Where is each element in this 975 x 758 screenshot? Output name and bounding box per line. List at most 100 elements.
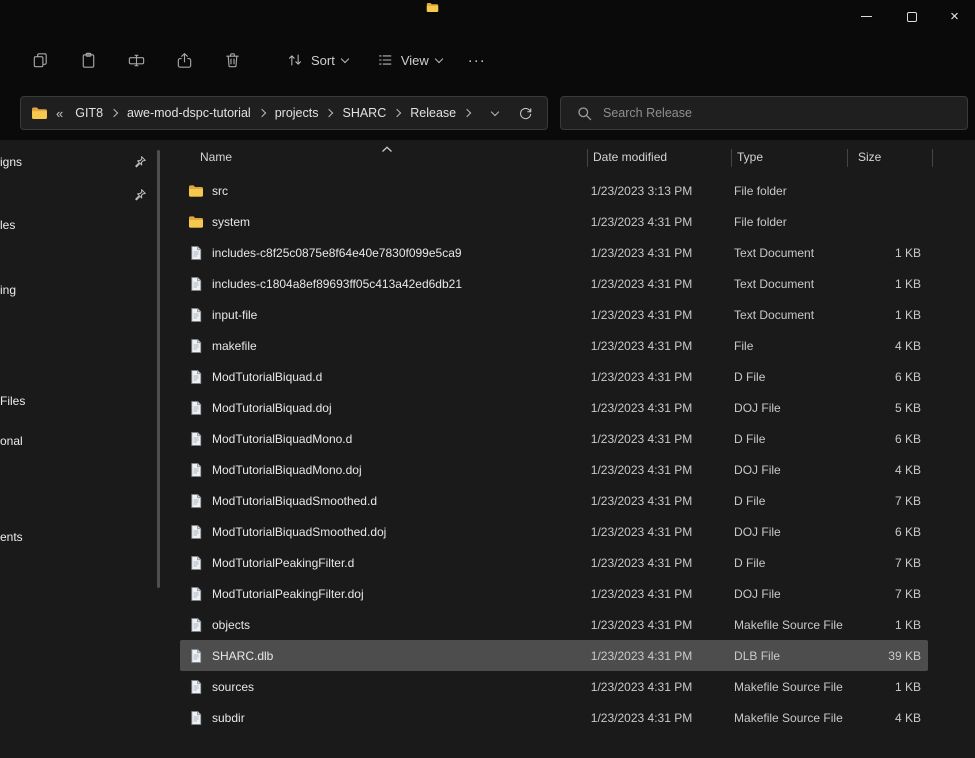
file-icon <box>188 493 204 509</box>
sidebar-item[interactable]: les <box>0 213 157 237</box>
column-divider[interactable] <box>731 149 732 167</box>
file-icon <box>188 710 204 726</box>
file-row[interactable]: ModTutorialBiquadSmoothed.doj 1/23/2023 … <box>180 516 928 547</box>
share-icon <box>175 51 194 70</box>
window-folder-icon <box>426 1 439 14</box>
rename-button[interactable] <box>120 44 152 76</box>
minimize-button[interactable] <box>844 0 889 33</box>
column-header-size[interactable]: Size <box>858 150 881 164</box>
column-divider[interactable] <box>587 149 588 167</box>
sidebar-item[interactable]: onal <box>0 429 157 453</box>
copy-button[interactable] <box>24 44 56 76</box>
file-row[interactable]: ModTutorialBiquadSmoothed.d 1/23/2023 4:… <box>180 485 928 516</box>
refresh-button[interactable] <box>518 106 533 121</box>
breadcrumb-item[interactable]: SHARC <box>336 103 392 123</box>
sidebar: igns les ing Files onal ents <box>0 140 157 758</box>
address-bar[interactable]: « GIT8 awe-mod-dspc-tutorial projects SHARC… <box>20 96 548 130</box>
column-header-date-modified[interactable]: Date modified <box>593 150 667 164</box>
file-size: 1 KB <box>843 308 928 322</box>
sort-button[interactable]: Sort <box>278 45 356 75</box>
file-row[interactable]: src 1/23/2023 3:13 PM File folder <box>180 175 928 206</box>
file-name: subdir <box>212 711 245 725</box>
file-row[interactable]: makefile 1/23/2023 4:31 PM File 4 KB <box>180 330 928 361</box>
file-icon <box>188 369 204 385</box>
titlebar: × <box>0 0 975 34</box>
file-name-cell: SHARC.dlb <box>180 648 585 664</box>
file-name-cell: ModTutorialPeakingFilter.d <box>180 555 585 571</box>
rename-icon <box>127 51 146 70</box>
file-row[interactable]: includes-c1804a8ef89693ff05c413a42ed6db2… <box>180 268 928 299</box>
file-row[interactable]: input-file 1/23/2023 4:31 PM Text Docume… <box>180 299 928 330</box>
column-divider[interactable] <box>932 149 933 167</box>
file-name: objects <box>212 618 250 632</box>
sidebar-item-label: onal <box>0 434 23 448</box>
file-type: D File <box>728 432 843 446</box>
sort-arrows-icon <box>286 51 304 69</box>
breadcrumb-chevron-icon[interactable] <box>109 110 121 116</box>
close-button[interactable]: × <box>934 0 975 33</box>
file-type: Text Document <box>728 246 843 260</box>
column-header-name[interactable]: Name <box>200 150 232 164</box>
delete-button[interactable] <box>216 44 248 76</box>
breadcrumb-item[interactable]: Release <box>404 103 462 123</box>
maximize-button[interactable] <box>889 0 934 33</box>
breadcrumb-item[interactable]: projects <box>269 103 325 123</box>
file-date-modified: 1/23/2023 4:31 PM <box>585 587 728 601</box>
breadcrumb-overflow-icon[interactable]: « <box>56 106 63 121</box>
breadcrumb-chevron-icon[interactable] <box>257 110 269 116</box>
file-row[interactable]: system 1/23/2023 4:31 PM File folder <box>180 206 928 237</box>
file-row[interactable]: sources 1/23/2023 4:31 PM Makefile Sourc… <box>180 671 928 702</box>
file-row[interactable]: subdir 1/23/2023 4:31 PM Makefile Source… <box>180 702 928 733</box>
window-chrome: × Sort <box>0 0 975 140</box>
file-size: 1 KB <box>843 277 928 291</box>
file-name: makefile <box>212 339 257 353</box>
file-name: includes-c1804a8ef89693ff05c413a42ed6db2… <box>212 277 462 291</box>
file-icon <box>188 617 204 633</box>
sidebar-item-label: ents <box>0 530 23 544</box>
file-row[interactable]: ModTutorialBiquad.d 1/23/2023 4:31 PM D … <box>180 361 928 392</box>
sidebar-item[interactable]: ing <box>0 278 157 302</box>
breadcrumb-chevron-icon[interactable] <box>324 110 336 116</box>
file-type: D File <box>728 556 843 570</box>
file-row[interactable]: ModTutorialPeakingFilter.doj 1/23/2023 4… <box>180 578 928 609</box>
share-button[interactable] <box>168 44 200 76</box>
file-icon <box>188 462 204 478</box>
file-row-selected[interactable]: SHARC.dlb 1/23/2023 4:31 PM DLB File 39 … <box>180 640 928 671</box>
address-dropdown-chevron-icon[interactable] <box>491 107 499 115</box>
maximize-icon <box>907 12 917 22</box>
more-options-button[interactable]: ··· <box>468 52 486 69</box>
file-row[interactable]: ModTutorialPeakingFilter.d 1/23/2023 4:3… <box>180 547 928 578</box>
file-size: 1 KB <box>843 618 928 632</box>
file-icon <box>188 307 204 323</box>
file-row[interactable]: ModTutorialBiquad.doj 1/23/2023 4:31 PM … <box>180 392 928 423</box>
address-bar-right-controls <box>492 106 533 121</box>
breadcrumb-item[interactable]: awe-mod-dspc-tutorial <box>121 103 257 123</box>
sidebar-item[interactable]: ents <box>0 525 157 549</box>
file-date-modified: 1/23/2023 4:31 PM <box>585 215 728 229</box>
file-name: ModTutorialBiquadSmoothed.d <box>212 494 377 508</box>
sidebar-item[interactable]: igns <box>0 150 157 174</box>
sidebar-item[interactable] <box>0 183 157 207</box>
file-name-cell: makefile <box>180 338 585 354</box>
file-row[interactable]: ModTutorialBiquadMono.d 1/23/2023 4:31 P… <box>180 423 928 454</box>
column-divider[interactable] <box>847 149 848 167</box>
breadcrumb-chevron-icon[interactable] <box>462 110 474 116</box>
sidebar-scrollbar[interactable] <box>157 150 160 588</box>
file-row[interactable]: ModTutorialBiquadMono.doj 1/23/2023 4:31… <box>180 454 928 485</box>
file-date-modified: 1/23/2023 4:31 PM <box>585 432 728 446</box>
column-header-type[interactable]: Type <box>737 150 763 164</box>
file-icon <box>188 586 204 602</box>
paste-button[interactable] <box>72 44 104 76</box>
file-size: 39 KB <box>843 649 928 663</box>
view-button[interactable]: View <box>368 45 450 75</box>
file-type: DOJ File <box>728 463 843 477</box>
sidebar-item[interactable]: Files <box>0 389 157 413</box>
breadcrumb-chevron-icon[interactable] <box>392 110 404 116</box>
search-input[interactable] <box>603 106 955 120</box>
breadcrumb-item[interactable]: GIT8 <box>69 103 109 123</box>
file-name-cell: ModTutorialBiquadMono.d <box>180 431 585 447</box>
file-explorer-window: × Sort <box>0 0 975 758</box>
file-row[interactable]: includes-c8f25c0875e8f64e40e7830f099e5ca… <box>180 237 928 268</box>
search-box[interactable] <box>560 96 968 130</box>
file-row[interactable]: objects 1/23/2023 4:31 PM Makefile Sourc… <box>180 609 928 640</box>
